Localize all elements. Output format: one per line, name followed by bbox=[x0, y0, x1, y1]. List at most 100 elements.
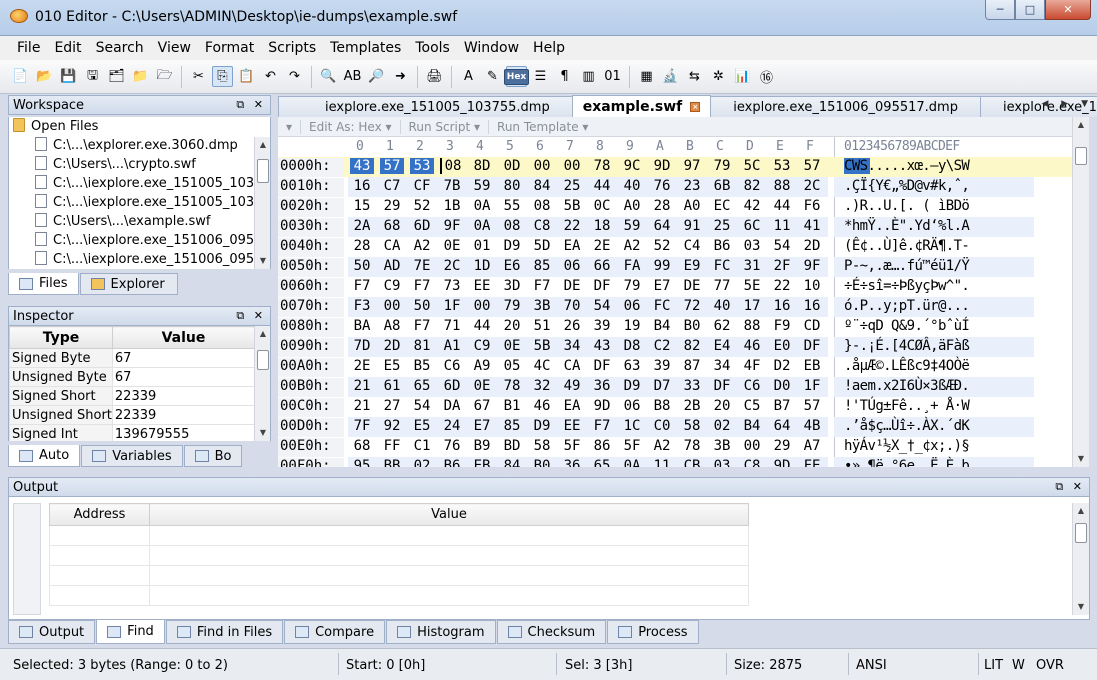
undo-icon[interactable]: ↶ bbox=[260, 66, 281, 87]
hex-byte[interactable]: 77 bbox=[710, 278, 734, 294]
base-converter-icon[interactable]: ⑯ bbox=[756, 66, 777, 87]
hex-byte[interactable]: C5 bbox=[740, 398, 764, 414]
hex-row[interactable]: 0050h: 50 AD 7E 2C 1D E6 85 06 66 FA 99 E9 FC 31 2F 9F P-… bbox=[278, 257, 1072, 277]
hex-byte[interactable]: C1 bbox=[410, 438, 434, 454]
save-all-icon[interactable]: 🗂 bbox=[106, 66, 127, 87]
hex-byte[interactable]: A0 bbox=[680, 198, 704, 214]
workspace-panel-controls[interactable]: ⧉ ✕ bbox=[236, 98, 266, 112]
hex-byte[interactable]: 6B bbox=[710, 178, 734, 194]
hex-byte[interactable]: B7 bbox=[770, 398, 794, 414]
hex-byte[interactable]: F7 bbox=[590, 418, 614, 434]
hex-byte[interactable]: 6C bbox=[740, 218, 764, 234]
replace-icon[interactable]: AB bbox=[342, 66, 363, 87]
hex-byte[interactable]: 43 bbox=[350, 158, 374, 174]
hex-editor[interactable]: 0123456789ABCDEF 0123456789ABCDEF 0000h:… bbox=[278, 137, 1072, 467]
ascii-text[interactable]: P-~,.æ….fú™éü1/Ÿ bbox=[844, 258, 970, 274]
hex-row[interactable]: 0030h: 2A 68 6D 9F 0A 08 C8 22 18 59 64 91 25 6C 11 41 *h… bbox=[278, 217, 1072, 237]
hex-byte[interactable]: F9 bbox=[770, 318, 794, 334]
hex-byte[interactable]: 02 bbox=[410, 458, 434, 467]
scroll-up-icon[interactable]: ▲ bbox=[1073, 117, 1089, 133]
tab-files[interactable]: Files bbox=[8, 273, 79, 295]
scroll-up-icon[interactable]: ▲ bbox=[255, 137, 270, 153]
hex-byte[interactable]: 9F bbox=[800, 258, 824, 274]
calculator-icon[interactable]: ▦ bbox=[636, 66, 657, 87]
hex-mode-button[interactable]: Hex bbox=[503, 66, 530, 87]
hex-byte[interactable]: CB bbox=[680, 458, 704, 467]
hex-byte[interactable]: E5 bbox=[410, 418, 434, 434]
hex-row[interactable]: 00E0h: 68 FF C1 76 B9 BD 58 5F 86 5F A2 78 3B 00 29 A7 hÿ… bbox=[278, 437, 1072, 457]
hex-byte[interactable]: 00 bbox=[740, 438, 764, 454]
status-ovr[interactable]: OVR bbox=[1036, 658, 1064, 673]
hex-byte[interactable]: A0 bbox=[620, 198, 644, 214]
hex-row[interactable]: 0090h: 7D 2D 81 A1 C9 0E 5B 34 43 D8 C2 82 E4 46 E0 DF}-… bbox=[278, 337, 1072, 357]
hex-byte[interactable]: 59 bbox=[620, 218, 644, 234]
hex-byte[interactable]: 76 bbox=[440, 438, 464, 454]
hex-byte[interactable]: 29 bbox=[380, 198, 404, 214]
hex-byte[interactable]: E6 bbox=[500, 258, 524, 274]
ascii-text[interactable]: }-.¡É.[4CØÂ‚äFàß bbox=[844, 338, 970, 354]
templates-icon[interactable]: ✲ bbox=[708, 66, 729, 87]
table-row[interactable]: Unsigned Short 22339 bbox=[9, 405, 256, 425]
hex-row[interactable]: 0060h: F7 C9 F7 73 EE 3D F7 DE DF 79 E7 DE 77 5E 22 10 ÷É… bbox=[278, 277, 1072, 297]
hex-byte[interactable]: C8 bbox=[530, 218, 554, 234]
hex-byte[interactable]: 06 bbox=[620, 298, 644, 314]
hex-row[interactable]: 00B0h: 21 61 65 6D 0E 78 32 49 36 D9 D7 33 DF C6 D0 1F !a… bbox=[278, 377, 1072, 397]
tree-file-item[interactable]: C:\Users\...\crypto.swf bbox=[9, 155, 270, 174]
hex-byte[interactable]: 49 bbox=[560, 378, 584, 394]
menu-templates[interactable]: Templates bbox=[323, 40, 408, 56]
hex-byte[interactable]: 80 bbox=[500, 178, 524, 194]
edit-as-dropdown[interactable]: Edit As: Hex ▾ bbox=[301, 119, 401, 134]
hex-byte[interactable]: CD bbox=[800, 318, 824, 334]
hex-byte[interactable]: 6D bbox=[440, 378, 464, 394]
hex-byte[interactable]: 0C bbox=[590, 198, 614, 214]
hex-byte[interactable]: 20 bbox=[710, 398, 734, 414]
hex-byte[interactable]: FA bbox=[620, 258, 644, 274]
hex-byte[interactable]: 5E bbox=[740, 278, 764, 294]
hex-byte[interactable]: 99 bbox=[650, 258, 674, 274]
hex-byte[interactable]: BD bbox=[500, 438, 524, 454]
hex-byte[interactable]: 39 bbox=[590, 318, 614, 334]
hex-byte[interactable]: 54 bbox=[410, 398, 434, 414]
hex-byte[interactable]: 00 bbox=[470, 298, 494, 314]
value-cell[interactable]: 67 bbox=[111, 367, 256, 387]
hex-byte[interactable]: 08 bbox=[530, 198, 554, 214]
tab-auto[interactable]: Auto bbox=[8, 445, 81, 467]
tree-file-item[interactable]: C:\...\iexplore.exe_151005_103 bbox=[9, 174, 270, 193]
table-row[interactable]: Signed Int 139679555 bbox=[9, 424, 256, 441]
ascii-text[interactable]: *hmŸ..È".Yd‘%l.A bbox=[844, 218, 970, 234]
hex-byte[interactable]: A8 bbox=[380, 318, 404, 334]
ascii-text[interactable]: ÷É÷sî=÷ÞßyçÞw^". bbox=[844, 278, 970, 294]
print-icon[interactable]: 🖨 bbox=[424, 66, 445, 87]
menu-file[interactable]: File bbox=[10, 40, 47, 56]
close-button[interactable]: ✕ bbox=[1045, 0, 1091, 20]
hex-byte[interactable]: 19 bbox=[620, 318, 644, 334]
hex-byte[interactable]: DE bbox=[680, 278, 704, 294]
hex-byte[interactable]: DE bbox=[560, 278, 584, 294]
hex-byte[interactable]: 34 bbox=[710, 358, 734, 374]
doc-tab-example-swf[interactable]: example.swf × bbox=[571, 95, 712, 117]
hex-byte[interactable]: 06 bbox=[620, 398, 644, 414]
hex-byte[interactable]: 84 bbox=[500, 458, 524, 467]
tree-file-item[interactable]: C:\...\iexplore.exe_151005_103 bbox=[9, 193, 270, 212]
hex-byte[interactable]: 70 bbox=[560, 298, 584, 314]
scroll-thumb[interactable] bbox=[257, 159, 269, 183]
tree-file-item[interactable]: C:\...\explorer.exe.3060.dmp bbox=[9, 136, 270, 155]
menu-scripts[interactable]: Scripts bbox=[261, 40, 323, 56]
hex-byte[interactable]: A2 bbox=[620, 238, 644, 254]
hex-byte[interactable]: 06 bbox=[560, 258, 584, 274]
hex-byte[interactable]: 43 bbox=[590, 338, 614, 354]
hex-byte[interactable]: 36 bbox=[560, 458, 584, 467]
hex-byte[interactable]: C6 bbox=[740, 378, 764, 394]
hex-byte[interactable]: B6 bbox=[440, 458, 464, 467]
hex-byte[interactable]: 2E bbox=[350, 358, 374, 374]
hex-byte[interactable]: 25 bbox=[710, 218, 734, 234]
value-cell[interactable]: 67 bbox=[111, 348, 256, 368]
hex-byte[interactable]: B9 bbox=[470, 438, 494, 454]
hex-byte[interactable]: 73 bbox=[440, 278, 464, 294]
column-header-address[interactable]: Address bbox=[49, 503, 150, 526]
hex-byte[interactable]: 34 bbox=[560, 338, 584, 354]
ascii-text[interactable]: !aem.x2I6Ù×3ßÆÐ. bbox=[844, 378, 970, 394]
close-file-icon[interactable]: 🗁 bbox=[154, 66, 175, 87]
table-row[interactable] bbox=[49, 545, 749, 566]
goto-icon[interactable]: ➜ bbox=[390, 66, 411, 87]
